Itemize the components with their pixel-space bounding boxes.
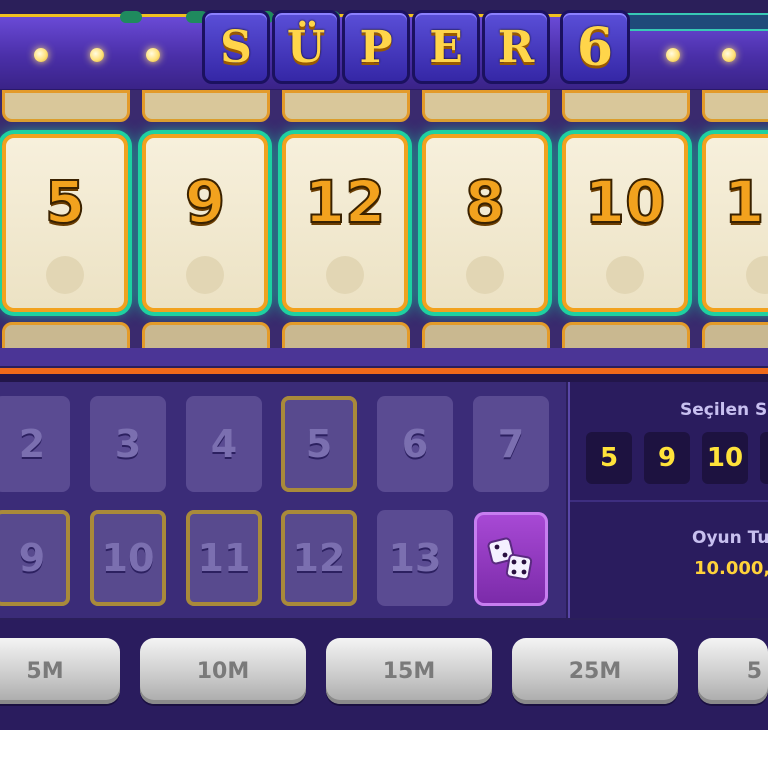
marquee-bulb (722, 48, 736, 62)
bet-button-10m[interactable]: 10M (140, 638, 306, 704)
number-cell[interactable]: 7 (473, 396, 549, 492)
title-letter: P (342, 10, 410, 84)
marquee-bulb (146, 48, 160, 62)
number-cell-selected[interactable]: 10 (90, 510, 166, 606)
marquee-bulb (34, 48, 48, 62)
selected-number-chip: 9 (644, 432, 690, 484)
bet-button[interactable]: 5 (698, 638, 768, 704)
card-stub (142, 90, 270, 122)
bet-button-15m[interactable]: 15M (326, 638, 492, 704)
card-number: 9 (184, 167, 226, 237)
card-stub (422, 90, 550, 122)
card-number: 8 (464, 167, 506, 237)
number-cell[interactable]: 6 (377, 396, 453, 492)
marquee-bulb (666, 48, 680, 62)
card-stub (2, 90, 130, 122)
top-right-panel (622, 13, 768, 31)
card-emblem (186, 256, 224, 294)
title-letter: R (482, 10, 550, 84)
game-screen: S Ü P E R 6 5 9 12 8 10 1 2 3 4 5 6 7 9 … (0, 0, 768, 730)
number-cell[interactable]: 2 (0, 396, 70, 492)
number-cell-selected[interactable]: 9 (0, 510, 70, 606)
number-cell-selected[interactable]: 12 (281, 510, 357, 606)
bet-button-25m[interactable]: 25M (512, 638, 678, 704)
drawn-card: 1 (702, 134, 768, 312)
selection-summary-panel: Seçilen S 5 9 10 Oyun Tu (568, 382, 768, 618)
drawn-card: 12 (282, 134, 408, 312)
card-number: 5 (44, 167, 86, 237)
card-emblem (606, 256, 644, 294)
drawn-card: 9 (142, 134, 268, 312)
divider (0, 348, 768, 366)
title-letter: Ü (272, 10, 340, 84)
selected-number-chip: 10 (702, 432, 748, 484)
game-amount-label: Oyun Tu (692, 528, 768, 548)
card-stub (702, 90, 768, 122)
marquee-bulb (90, 48, 104, 62)
card-emblem (326, 256, 364, 294)
selected-number-chip: 5 (586, 432, 632, 484)
card-emblem (466, 256, 504, 294)
card-number: 10 (584, 167, 667, 237)
number-cell[interactable]: 3 (90, 396, 166, 492)
card-stub (562, 90, 690, 122)
selected-number-chip (760, 432, 768, 484)
banner-light (120, 11, 142, 23)
title-letter: E (412, 10, 480, 84)
selected-numbers-label: Seçilen S (680, 400, 768, 420)
divider (570, 500, 768, 502)
bet-button-5m[interactable]: 5M (0, 638, 120, 704)
card-stub (282, 90, 410, 122)
card-number: 1 (723, 167, 765, 237)
drawn-card: 10 (562, 134, 688, 312)
drawn-card: 5 (2, 134, 128, 312)
card-number: 12 (304, 167, 387, 237)
game-amount-value: 10.000, (694, 558, 768, 579)
card-emblem (46, 256, 84, 294)
number-cell[interactable]: 13 (377, 510, 453, 606)
number-cell-selected[interactable]: 5 (281, 396, 357, 492)
title-letter: S (202, 10, 270, 84)
divider (0, 374, 768, 382)
drawn-card: 8 (422, 134, 548, 312)
random-pick-button[interactable] (474, 512, 548, 606)
dice-icon (487, 537, 533, 581)
number-cell[interactable]: 4 (186, 396, 262, 492)
number-cell-selected[interactable]: 11 (186, 510, 262, 606)
title-number: 6 (560, 10, 630, 84)
card-emblem (746, 256, 768, 294)
